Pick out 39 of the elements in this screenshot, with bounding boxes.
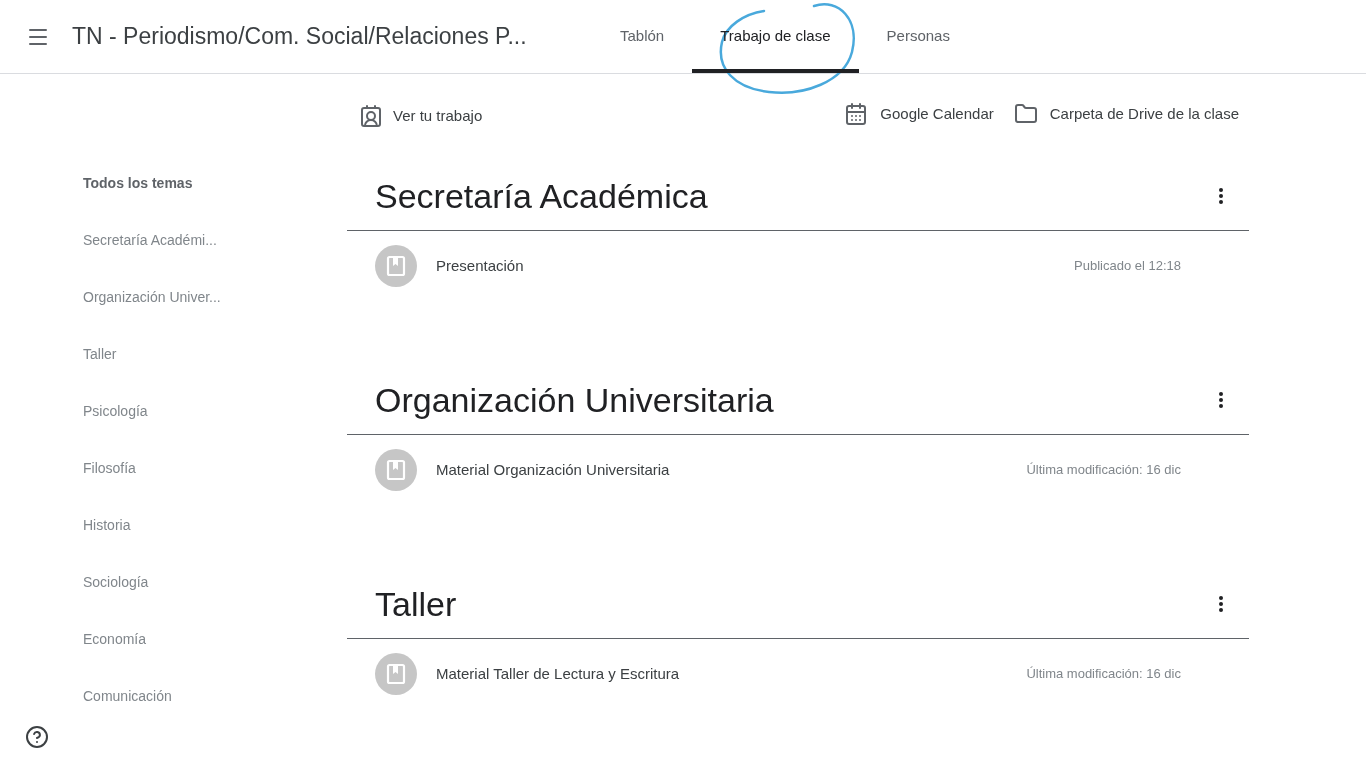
topic-link[interactable]: Todos los temas [83, 174, 193, 193]
topic-heading: Taller [375, 583, 457, 625]
material-title: Material Organización Universitaria [436, 459, 671, 480]
class-title: TN - Periodismo/Com. Social/Relaciones P... [72, 22, 527, 52]
folder-icon [1013, 102, 1038, 126]
calendar-icon [844, 102, 869, 126]
nav-tab[interactable]: Tablón [592, 0, 693, 73]
material-icon [375, 449, 417, 491]
material-icon [375, 653, 417, 695]
help-button[interactable] [25, 725, 49, 749]
topic-link[interactable]: Secretaría Académi... [83, 231, 217, 250]
material-row[interactable]: Material Organización Universitaria Última modificación: 16 dic [347, 435, 1249, 505]
topic-link[interactable]: Economía [83, 630, 147, 649]
material-date: Publicado el 12:18 [1074, 257, 1181, 276]
material-icon [375, 245, 417, 287]
material-row[interactable]: Material Taller de Lectura y Escritura Última modificación: 16 dic [347, 639, 1249, 709]
material-title: Material Taller de Lectura y Escritura [436, 663, 681, 684]
material-date: Última modificación: 16 dic [1026, 665, 1181, 684]
topic-link[interactable]: Filosofía [83, 459, 136, 478]
drive-folder-button[interactable]: Carpeta de Drive de la clase [1013, 102, 1239, 126]
topic-heading: Secretaría Académica [375, 175, 708, 217]
material-row[interactable]: Presentación Publicado el 12:18 [347, 231, 1249, 301]
material-date: Última modificación: 16 dic [1026, 461, 1181, 480]
topic-link[interactable]: Historia [83, 516, 131, 535]
topic-link[interactable]: Organización Univer... [83, 288, 221, 307]
more-icon [1219, 392, 1223, 408]
more-icon [1219, 596, 1223, 612]
nav-tab[interactable]: Personas [858, 0, 978, 73]
topic-link[interactable]: Comunicación [83, 687, 172, 706]
topic-link[interactable]: Taller [83, 345, 117, 364]
topic-link[interactable]: Sociología [83, 573, 149, 592]
topic-link[interactable]: Psicología [83, 402, 148, 421]
id-badge-icon [359, 104, 383, 128]
view-work-button[interactable]: Ver tu trabajo [359, 104, 483, 128]
topic-heading: Organización Universitaria [375, 379, 774, 421]
calendar-button[interactable]: Google Calendar [844, 102, 994, 126]
help-icon [25, 725, 49, 749]
more-icon [1219, 188, 1223, 204]
material-title: Presentación [436, 255, 525, 276]
